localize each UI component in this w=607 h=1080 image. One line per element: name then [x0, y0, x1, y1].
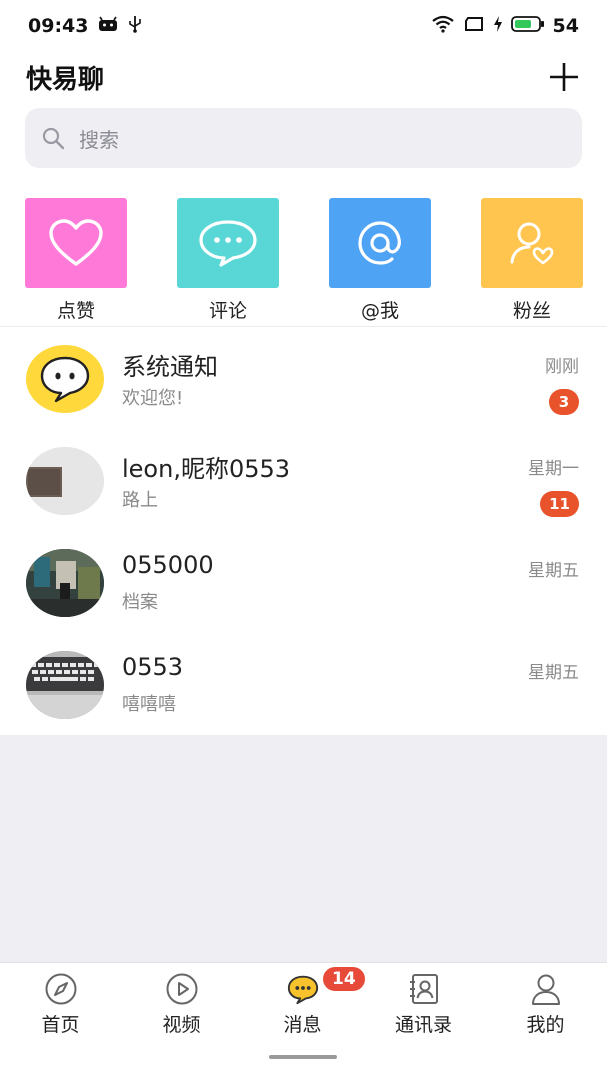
conversation-name: 0553 [122, 653, 184, 681]
avatar [26, 345, 104, 413]
photo-thumbnail [26, 447, 104, 515]
fans-tile [481, 198, 583, 288]
quick-comments-label: 评论 [208, 300, 247, 322]
tab-contacts-label: 通讯录 [394, 1014, 452, 1036]
tab-profile[interactable]: 我的 [485, 963, 606, 1043]
quick-fans[interactable]: 粉丝 [481, 198, 583, 323]
conversation-item[interactable]: 0553 嘻嘻嘻 星期五 [0, 633, 607, 735]
tab-home[interactable]: 首页 [0, 963, 121, 1043]
battery-icon [510, 15, 545, 38]
avatar [26, 549, 104, 617]
conversation-preview: 嘻嘻嘻 [122, 694, 176, 715]
search-input[interactable]: 搜索 [25, 108, 582, 168]
quick-actions: 点赞 评论 @我 粉丝 [0, 198, 607, 326]
compass-icon [44, 972, 78, 1006]
header: 快易聊 [0, 52, 607, 102]
empty-area [0, 735, 607, 962]
sim-icon [463, 15, 485, 37]
messages-badge: 14 [321, 965, 367, 993]
conversation-time: 刚刚 [545, 357, 579, 377]
status-time: 09:43 [28, 15, 89, 37]
quick-mentions-label: @我 [360, 300, 399, 322]
conversation-list: 系统通知 欢迎您! 刚刚 3 leon,昵称0553 路上 星期一 11 055… [0, 327, 607, 735]
home-indicator[interactable] [269, 1055, 337, 1059]
quick-mentions[interactable]: @我 [329, 198, 431, 323]
avatar [26, 651, 104, 719]
search-placeholder: 搜索 [79, 127, 119, 152]
charging-icon [493, 15, 503, 37]
battery-level: 54 [552, 15, 579, 37]
unread-badge: 3 [549, 389, 579, 415]
usb-icon [128, 15, 142, 38]
unread-badge: 11 [540, 491, 579, 517]
comment-icon [199, 220, 257, 267]
quick-comments[interactable]: 评论 [177, 198, 279, 323]
at-icon [358, 221, 401, 265]
tab-messages-label: 消息 [283, 1014, 322, 1036]
photo-thumbnail [26, 549, 104, 617]
conversation-time: 星期五 [528, 561, 579, 581]
profile-icon [529, 972, 563, 1006]
tab-home-label: 首页 [41, 1014, 80, 1036]
likes-tile [25, 198, 127, 288]
conversation-name: leon,昵称0553 [122, 455, 291, 483]
photo-thumbnail [26, 651, 104, 719]
quick-likes[interactable]: 点赞 [25, 198, 127, 323]
tab-profile-label: 我的 [526, 1014, 565, 1036]
chat-bubble-icon [40, 356, 90, 403]
tab-video-label: 视频 [162, 1014, 201, 1036]
conversation-name: 055000 [122, 551, 214, 579]
contacts-icon [407, 972, 441, 1006]
status-bar: 09:43 54 [0, 0, 607, 52]
conversation-preview: 路上 [122, 490, 158, 511]
avatar [26, 447, 104, 515]
conversation-time: 星期五 [528, 663, 579, 683]
comments-tile [177, 198, 279, 288]
quick-fans-label: 粉丝 [512, 300, 551, 322]
wifi-icon [431, 15, 455, 38]
tab-video[interactable]: 视频 [121, 963, 242, 1043]
conversation-name: 系统通知 [122, 353, 218, 381]
conversation-item[interactable]: 系统通知 欢迎您! 刚刚 3 [0, 327, 607, 429]
conversation-item[interactable]: leon,昵称0553 路上 星期一 11 [0, 429, 607, 531]
message-icon [286, 972, 320, 1006]
conversation-preview: 档案 [122, 592, 158, 613]
fans-icon [510, 222, 554, 265]
conversation-time: 星期一 [528, 459, 579, 479]
page-title: 快易聊 [26, 64, 105, 95]
plus-icon [550, 63, 578, 91]
android-icon [98, 15, 118, 37]
mentions-tile [329, 198, 431, 288]
conversation-preview: 欢迎您! [122, 388, 184, 409]
quick-likes-label: 点赞 [56, 300, 95, 322]
search-icon [42, 127, 65, 150]
tab-contacts[interactable]: 通讯录 [363, 963, 484, 1043]
conversation-item[interactable]: 055000 档案 星期五 [0, 531, 607, 633]
heart-icon [49, 219, 103, 266]
add-button[interactable] [547, 60, 581, 94]
play-icon [165, 972, 199, 1006]
tab-bar: 首页 视频 消息 通讯录 我的 [0, 962, 607, 1080]
